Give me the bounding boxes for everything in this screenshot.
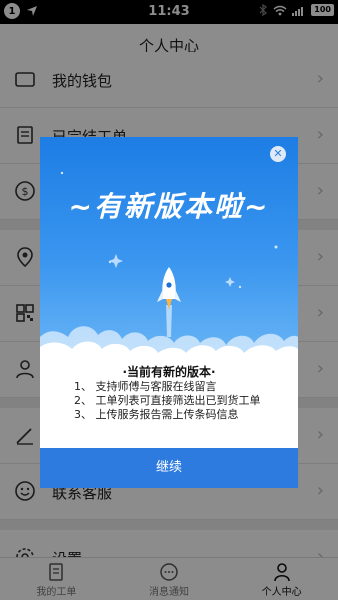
dialog-title: ~有新版本啦~ bbox=[68, 190, 270, 223]
rocket-illustration bbox=[40, 171, 298, 363]
update-note-item: 3、 上传服务报告需上传条码信息 bbox=[74, 408, 239, 421]
dialog-subtitle: ·当前有新的版本· bbox=[122, 365, 216, 379]
dialog-hero: ~有新版本啦~ ✕ bbox=[40, 137, 298, 363]
continue-button[interactable]: 继续 bbox=[40, 448, 298, 488]
close-icon[interactable]: ✕ bbox=[270, 146, 286, 162]
update-notes-list: 1、 支持师傅与客服在线留言 2、 工单列表可直接筛选出已到货工单 3、 上传服… bbox=[74, 380, 261, 422]
update-note-item: 2、 工单列表可直接筛选出已到货工单 bbox=[74, 394, 261, 407]
update-dialog: ~有新版本啦~ ✕ ·当前有新的版本· 1、 支持师傅与客服在线留言 2、 工单… bbox=[40, 137, 298, 488]
update-note-item: 1、 支持师傅与客服在线留言 bbox=[74, 380, 217, 393]
